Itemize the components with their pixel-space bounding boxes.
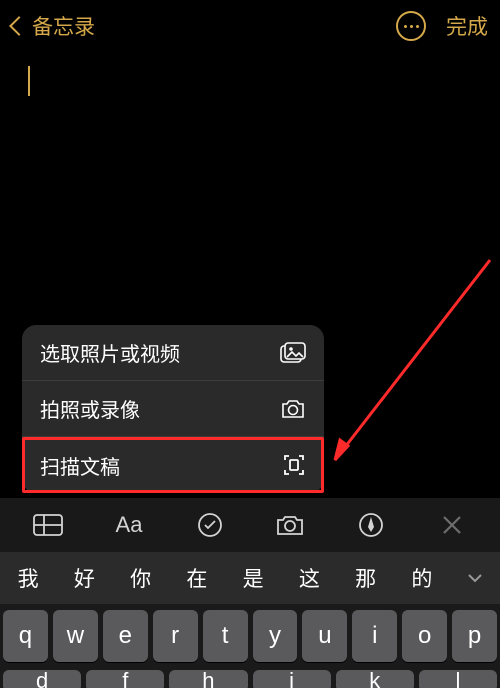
key[interactable]: d [3,670,81,688]
check-circle-icon [197,512,223,538]
menu-item-label: 扫描文稿 [40,451,120,480]
pen-circle-icon [358,512,384,538]
camera-button[interactable] [260,505,320,545]
key[interactable]: t [203,610,248,662]
table-button[interactable] [18,505,78,545]
key[interactable]: p [452,610,497,662]
nav-bar: 备忘录 完成 [0,0,500,52]
key[interactable]: f [86,670,164,688]
suggestion-bar: 我 好 你 在 是 这 那 的 [0,552,500,604]
keyboard: q w e r t y u i o p d f h i k l [0,604,500,688]
suggestion[interactable]: 是 [225,563,281,593]
chevron-down-icon [467,572,483,584]
markup-button[interactable] [341,505,401,545]
key[interactable]: k [336,670,414,688]
suggestion[interactable]: 好 [56,563,112,593]
format-button[interactable]: Aa [99,505,159,545]
table-icon [32,513,64,537]
scan-icon [282,453,306,477]
suggestion[interactable]: 你 [113,563,169,593]
suggestion[interactable]: 这 [281,563,337,593]
menu-item-choose-photo[interactable]: 选取照片或视频 [22,325,324,381]
key[interactable]: i [253,670,331,688]
camera-icon [275,513,305,537]
key[interactable]: y [253,610,298,662]
menu-item-scan-document[interactable]: 扫描文稿 [22,437,324,493]
menu-item-take-photo[interactable]: 拍照或录像 [22,381,324,437]
checklist-button[interactable] [180,505,240,545]
camera-icon [280,398,306,420]
gallery-icon [280,342,306,364]
suggestion[interactable]: 在 [169,563,225,593]
suggestion[interactable]: 的 [394,563,450,593]
text-caret [28,66,30,96]
key[interactable]: w [53,610,98,662]
annotation-arrow-1 [320,250,500,470]
expand-suggestions[interactable] [450,572,500,584]
attachment-menu: 选取照片或视频 拍照或录像 扫描文稿 [22,325,324,493]
suggestion[interactable]: 那 [338,563,394,593]
more-icon [404,25,419,28]
key[interactable]: q [3,610,48,662]
key[interactable]: u [302,610,347,662]
close-icon [441,514,463,536]
more-button[interactable] [396,11,426,41]
key[interactable]: h [169,670,247,688]
key[interactable]: l [419,670,497,688]
note-editor[interactable] [0,52,500,110]
chevron-left-icon [9,16,29,36]
format-label: Aa [116,512,143,538]
done-button[interactable]: 完成 [446,11,488,41]
key[interactable]: o [402,610,447,662]
key[interactable]: i [352,610,397,662]
format-toolbar: Aa [0,498,500,552]
suggestion[interactable]: 我 [0,563,56,593]
notes-app-screen: 备忘录 完成 选取照片或视频 拍照或录像 扫描文稿 [0,0,500,688]
key[interactable]: e [103,610,148,662]
close-toolbar-button[interactable] [422,505,482,545]
menu-item-label: 拍照或录像 [40,394,140,423]
menu-item-label: 选取照片或视频 [40,338,180,367]
back-button[interactable]: 备忘录 [12,11,95,41]
back-label: 备忘录 [32,11,95,41]
key[interactable]: r [153,610,198,662]
